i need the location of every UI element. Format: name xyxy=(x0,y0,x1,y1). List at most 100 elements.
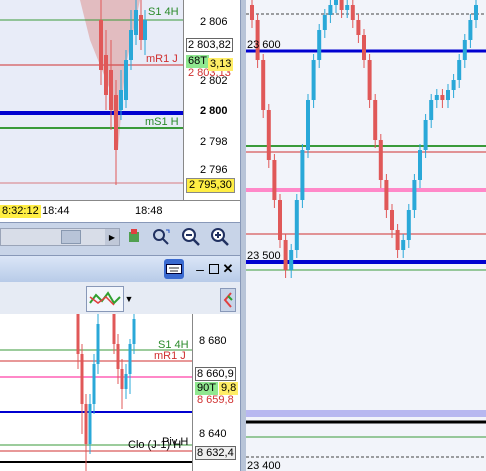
candle-body xyxy=(367,60,372,100)
piv-label: Piv H xyxy=(162,436,189,448)
horizontal-scrollbar[interactable]: ▶ xyxy=(0,228,120,246)
candle-body xyxy=(250,5,254,20)
candle-body xyxy=(300,150,305,200)
price-tick: 2 798 xyxy=(200,136,228,148)
candle-body xyxy=(294,200,299,250)
candle-body xyxy=(278,200,282,240)
bottom-left-price-axis[interactable]: 8 680 8 660,9 90T 9,8 8 659,8 8 640 8 63… xyxy=(192,314,240,471)
mr1-label: mR1 J xyxy=(154,350,186,362)
top-left-time-axis[interactable]: 8:32:12 18:44 18:48 xyxy=(0,200,240,222)
candle-body xyxy=(272,160,277,200)
candle-body xyxy=(289,250,294,270)
price-tick: 23 600 xyxy=(247,39,281,51)
price-tick: 2 796 xyxy=(200,164,228,176)
mr1-label: mR1 J xyxy=(146,53,178,65)
candle-body xyxy=(390,210,394,230)
time-label: 18:44 xyxy=(42,205,70,217)
bottom-left-titlebar[interactable]: – ✕ xyxy=(0,255,240,283)
price-tick: 23 400 xyxy=(247,460,281,471)
bottom-left-chart[interactable]: ▼ S1 4H mR1 J Clo (J-1) H Piv H 8 680 8 … xyxy=(0,282,240,471)
candle-body xyxy=(114,95,118,150)
candle-body xyxy=(429,100,434,120)
candle-body xyxy=(88,404,92,444)
candle-body xyxy=(474,5,478,20)
candle-body xyxy=(116,344,120,369)
indicator-toolbar: ▼ xyxy=(0,282,240,315)
candle-body xyxy=(334,0,338,5)
candle-body xyxy=(412,180,417,210)
candle-body xyxy=(317,30,322,60)
candle-body xyxy=(328,5,333,15)
candle-body xyxy=(128,344,132,374)
top-left-chart[interactable]: S1 4H mR1 J mS1 H 2 806 2 803,82 2 803,1… xyxy=(0,0,240,222)
candle-body xyxy=(446,90,450,100)
candle-body xyxy=(373,100,378,140)
chevron-down-icon[interactable]: ▼ xyxy=(122,290,136,308)
right-chart[interactable]: 23 600 23 500 23 400 xyxy=(246,0,486,471)
candle-body xyxy=(76,314,80,354)
panel-expand-icon[interactable] xyxy=(220,288,236,312)
scroll-right-icon[interactable]: ▶ xyxy=(105,229,119,245)
candle-body xyxy=(124,60,128,100)
time-label: 18:48 xyxy=(135,205,163,217)
candle-body xyxy=(96,324,100,364)
candle-body xyxy=(384,180,389,210)
top-left-plot[interactable] xyxy=(0,0,183,200)
price-tick: 2 806 xyxy=(200,16,228,28)
keyboard-icon[interactable] xyxy=(164,259,184,279)
current-time-badge: 8:32:12 xyxy=(0,205,41,218)
price-tick: 2 802 xyxy=(200,75,228,87)
candle-body xyxy=(134,10,138,35)
candle-body xyxy=(139,15,143,40)
bottom-price-badge: 2 795,30 xyxy=(186,178,235,193)
candle-body xyxy=(468,20,473,40)
candle-body xyxy=(339,0,344,10)
candle-body xyxy=(462,40,467,60)
candle-body xyxy=(104,55,108,95)
candle-body xyxy=(395,230,400,250)
top-left-price-axis[interactable]: 2 806 2 803,82 2 803,13 2 802 68T 3,13 2… xyxy=(183,0,240,200)
price-tick: 23 500 xyxy=(247,250,281,262)
price-tick-bold: 2 800 xyxy=(200,105,228,117)
candle-body xyxy=(401,240,406,250)
candle-body xyxy=(306,100,310,150)
close-icon[interactable]: ✕ xyxy=(218,259,238,279)
bottom-price-box: 8 632,4 xyxy=(195,446,236,460)
price-tick: 8 640 xyxy=(199,428,227,440)
candle-body xyxy=(266,110,271,160)
candle-body xyxy=(434,95,439,100)
zoom-fit-icon[interactable] xyxy=(151,227,171,247)
indicator-chart-icon[interactable] xyxy=(86,286,124,312)
candle-body xyxy=(143,20,147,40)
candle-body xyxy=(350,5,355,20)
price-box: 2 803,82 xyxy=(186,38,233,52)
candle-body xyxy=(362,35,366,60)
candle-body xyxy=(84,404,88,444)
zoom-out-icon[interactable] xyxy=(181,227,201,247)
candle-body xyxy=(283,240,288,270)
candle-body xyxy=(322,15,327,30)
candle-body xyxy=(418,150,422,180)
candle-body xyxy=(311,60,316,100)
zoom-in-icon[interactable] xyxy=(210,227,230,247)
chart-toolbar: ▶ xyxy=(0,222,240,255)
s1-4h-label: S1 4H xyxy=(148,6,179,18)
price-box: 8 660,9 xyxy=(195,367,236,381)
candle-body xyxy=(406,210,411,240)
candle-body xyxy=(378,140,383,180)
candle-body xyxy=(129,30,133,60)
right-plot[interactable] xyxy=(246,0,486,471)
candle-body xyxy=(356,20,361,35)
candle-body xyxy=(457,60,462,80)
candle-body xyxy=(112,314,116,344)
hand-tool-icon[interactable] xyxy=(124,227,144,247)
candle-body xyxy=(119,90,123,110)
overlap-price: 8 659,8 xyxy=(197,394,234,406)
candle-body xyxy=(261,60,266,110)
candle-body xyxy=(92,364,96,404)
scroll-thumb[interactable] xyxy=(61,230,81,244)
price-tick: 8 680 xyxy=(199,335,227,347)
candle-body xyxy=(451,80,456,90)
candle-body xyxy=(80,354,84,404)
candle-body xyxy=(99,20,103,70)
